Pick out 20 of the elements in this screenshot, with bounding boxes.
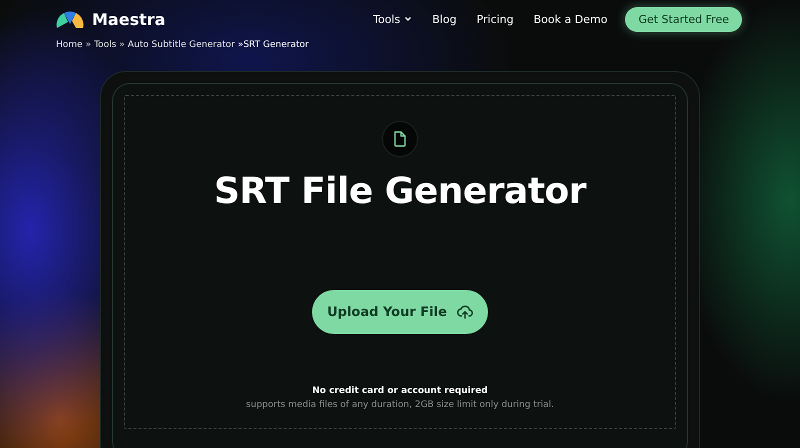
nav-link[interactable]: Pricing — [476, 12, 514, 26]
nav-link[interactable]: Blog — [432, 12, 457, 26]
tools-menu[interactable]: Tools — [373, 12, 412, 26]
file-icon — [382, 121, 418, 157]
file-limit-note: supports media files of any duration, 2GB size limit only during trial. — [246, 400, 554, 410]
no-card-note: No credit card or account required — [312, 386, 488, 396]
breadcrumb-link[interactable]: Tools — [94, 40, 116, 50]
breadcrumb-separator: » — [86, 40, 92, 50]
brand-name: Maestra — [92, 10, 166, 28]
chevron-down-icon — [404, 15, 412, 23]
cloud-upload-icon — [456, 305, 473, 319]
nav-link[interactable]: Book a Demo — [534, 12, 608, 26]
page-title: SRT File Generator — [214, 171, 586, 212]
breadcrumb-separator: » — [119, 40, 125, 50]
get-started-button[interactable]: Get Started Free — [625, 6, 742, 32]
breadcrumb-link[interactable]: Home — [56, 40, 83, 50]
breadcrumb-current: »SRT Generator — [238, 40, 309, 50]
drop-zone[interactable]: SRT File Generator Upload Your File No credit card or account required supports media files of any duration, 2GB size limit only during trial. — [124, 95, 676, 429]
breadcrumb-link[interactable]: Auto Subtitle Generator — [128, 40, 235, 50]
upload-button[interactable]: Upload Your File — [312, 290, 488, 334]
